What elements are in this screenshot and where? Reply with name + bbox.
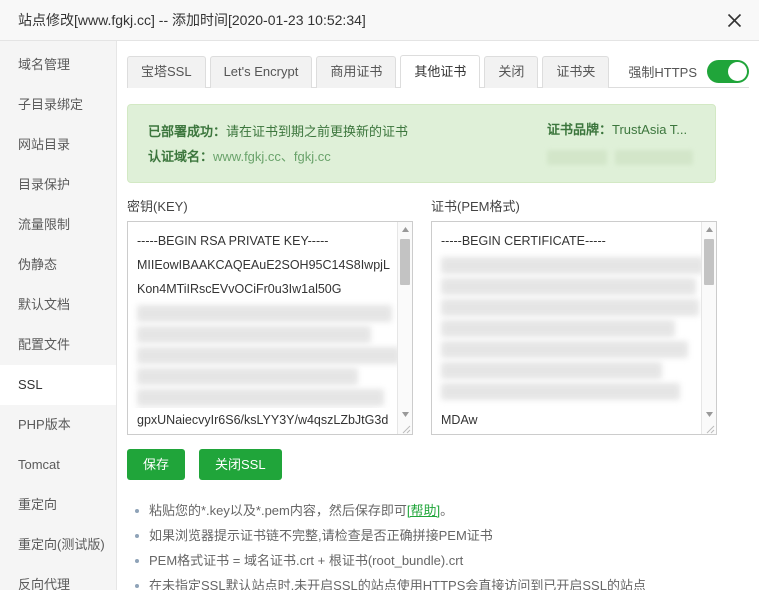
help-item: 如果浏览器提示证书链不完整,请检查是否正确拼接PEM证书 bbox=[133, 523, 759, 548]
sidebar-item-domain-management[interactable]: 域名管理 bbox=[0, 45, 116, 85]
key-line-redacted bbox=[137, 368, 358, 385]
key-line: Kon4MTiIRscEVvOCiFr0u3Iw1al50G bbox=[137, 277, 403, 301]
key-line-redacted bbox=[137, 305, 392, 322]
cert-textarea[interactable]: -----BEGIN CERTIFICATE----- wMTAwODA... … bbox=[431, 221, 717, 435]
alert-status-label: 已部署成功： bbox=[148, 124, 226, 139]
help-item-text: 在未指定SSL默认站点时,未开启SSL的站点使用HTTPS会直接访问到已开启SS… bbox=[149, 578, 646, 590]
cert-line-redacted bbox=[441, 257, 704, 274]
deployment-status-alert: 已部署成功：请在证书到期之前更换新的证书 认证域名：www.fgkj.cc、fg… bbox=[127, 104, 716, 183]
sidebar-item-website-directory[interactable]: 网站目录 bbox=[0, 125, 116, 165]
cert-line-redacted bbox=[441, 320, 675, 337]
sidebar-item-config-file[interactable]: 配置文件 bbox=[0, 325, 116, 365]
key-line-redacted bbox=[137, 389, 384, 406]
force-https-toggle[interactable] bbox=[707, 60, 749, 83]
sidebar-item-ssl[interactable]: SSL bbox=[0, 365, 116, 405]
help-item-text: 如果浏览器提示证书链不完整,请检查是否正确拼接PEM证书 bbox=[149, 528, 493, 543]
help-link[interactable]: [帮助] bbox=[407, 503, 440, 518]
cert-last-line: MDAw bbox=[432, 408, 716, 434]
help-item-text: PEM格式证书 = 域名证书.crt + 根证书(root_bundle).cr… bbox=[149, 553, 463, 568]
alert-status-text: 请在证书到期之前更换新的证书 bbox=[226, 124, 408, 139]
key-last-line: gpxUNaiecvyIr6S6/ksLYY3Y/w4qszLZbJtG3d bbox=[128, 408, 412, 434]
sidebar-item-redirect[interactable]: 重定向 bbox=[0, 485, 116, 525]
help-item-suffix: 。 bbox=[440, 503, 453, 518]
cert-line-redacted bbox=[441, 278, 696, 295]
force-https-control: 强制HTTPS bbox=[628, 60, 749, 83]
cert-line-redacted bbox=[441, 341, 688, 358]
dialog-titlebar: 站点修改[www.fgkj.cc] -- 添加时间[2020-01-23 10:… bbox=[0, 0, 759, 41]
page-title: 站点修改[www.fgkj.cc] -- 添加时间[2020-01-23 10:… bbox=[18, 10, 366, 30]
site-edit-dialog: 站点修改[www.fgkj.cc] -- 添加时间[2020-01-23 10:… bbox=[0, 0, 759, 590]
key-column: 密钥(KEY) -----BEGIN RSA PRIVATE KEY----- … bbox=[127, 196, 413, 435]
tab-lets-encrypt[interactable]: Let's Encrypt bbox=[210, 56, 313, 88]
cert-textarea-content: -----BEGIN CERTIFICATE----- wMTAwODA... bbox=[432, 222, 716, 434]
cert-line-redacted bbox=[441, 299, 699, 316]
force-https-label: 强制HTTPS bbox=[628, 62, 697, 81]
toggle-knob bbox=[728, 62, 747, 81]
alert-domain-label: 认证域名： bbox=[148, 149, 213, 164]
redacted-bar bbox=[547, 150, 607, 165]
close-ssl-button[interactable]: 关闭SSL bbox=[199, 449, 282, 480]
key-line: -----BEGIN RSA PRIVATE KEY----- bbox=[137, 229, 403, 253]
key-line-redacted bbox=[137, 326, 371, 343]
help-item: PEM格式证书 = 域名证书.crt + 根证书(root_bundle).cr… bbox=[133, 548, 759, 573]
help-item: 粘贴您的*.key以及*.pem内容，然后保存即可[帮助]。 bbox=[133, 498, 759, 523]
sidebar-item-subdirectory-binding[interactable]: 子目录绑定 bbox=[0, 85, 116, 125]
tab-commercial-cert[interactable]: 商用证书 bbox=[316, 56, 396, 88]
resize-handle-icon[interactable] bbox=[703, 421, 715, 433]
cert-line: -----BEGIN CERTIFICATE----- bbox=[441, 229, 707, 253]
cert-column: 证书(PEM格式) -----BEGIN CERTIFICATE----- wM… bbox=[431, 196, 717, 435]
main-content: 宝塔SSL Let's Encrypt 商用证书 其他证书 关闭 证书夹 强制H… bbox=[117, 41, 759, 590]
cert-line-redacted bbox=[441, 362, 662, 379]
key-line: MIIEowIBAAKCAQEAuE2SOH95C14S8IwpjL bbox=[137, 253, 403, 277]
cert-line-redacted bbox=[441, 383, 680, 400]
alert-domain-value: www.fgkj.cc、fgkj.cc bbox=[213, 149, 331, 164]
help-item: 在未指定SSL默认站点时,未开启SSL的站点使用HTTPS会直接访问到已开启SS… bbox=[133, 573, 759, 590]
sidebar-item-tomcat[interactable]: Tomcat bbox=[0, 445, 116, 485]
key-scrollbar[interactable] bbox=[397, 222, 412, 434]
sidebar-item-directory-protection[interactable]: 目录保护 bbox=[0, 165, 116, 205]
scroll-down-icon[interactable] bbox=[398, 407, 413, 422]
alert-domain-line: 认证域名：www.fgkj.cc、fgkj.cc bbox=[148, 144, 408, 169]
sidebar-item-redirect-beta[interactable]: 重定向(测试版) bbox=[0, 525, 116, 565]
cert-detail-redacted bbox=[547, 141, 693, 170]
redacted-bar bbox=[615, 150, 693, 165]
alert-status-line: 已部署成功：请在证书到期之前更换新的证书 bbox=[148, 119, 408, 144]
sidebar-item-default-document[interactable]: 默认文档 bbox=[0, 285, 116, 325]
resize-handle-icon[interactable] bbox=[399, 421, 411, 433]
scroll-up-icon[interactable] bbox=[398, 222, 413, 237]
tab-bt-ssl[interactable]: 宝塔SSL bbox=[127, 56, 206, 88]
tab-cert-folder[interactable]: 证书夹 bbox=[542, 56, 609, 88]
tab-close[interactable]: 关闭 bbox=[484, 56, 538, 88]
key-textarea-content: -----BEGIN RSA PRIVATE KEY----- MIIEowIB… bbox=[128, 222, 412, 434]
close-icon[interactable] bbox=[723, 9, 745, 31]
sidebar-item-php-version[interactable]: PHP版本 bbox=[0, 405, 116, 445]
cert-input-section: 密钥(KEY) -----BEGIN RSA PRIVATE KEY----- … bbox=[127, 196, 759, 435]
cert-field-label: 证书(PEM格式) bbox=[431, 196, 717, 215]
ssl-tabbar: 宝塔SSL Let's Encrypt 商用证书 其他证书 关闭 证书夹 强制H… bbox=[127, 55, 749, 88]
save-button[interactable]: 保存 bbox=[127, 449, 185, 480]
dialog-body: 域名管理 子目录绑定 网站目录 目录保护 流量限制 伪静态 默认文档 配置文件 … bbox=[0, 41, 759, 590]
cert-scrollbar[interactable] bbox=[701, 222, 716, 434]
sidebar-item-reverse-proxy[interactable]: 反向代理 bbox=[0, 565, 116, 590]
sidebar: 域名管理 子目录绑定 网站目录 目录保护 流量限制 伪静态 默认文档 配置文件 … bbox=[0, 41, 117, 590]
tab-other-cert[interactable]: 其他证书 bbox=[400, 55, 480, 88]
scroll-down-icon[interactable] bbox=[702, 407, 717, 422]
key-field-label: 密钥(KEY) bbox=[127, 196, 413, 215]
help-item-text: 粘贴您的*.key以及*.pem内容，然后保存即可 bbox=[149, 503, 407, 518]
action-buttons: 保存 关闭SSL bbox=[127, 449, 759, 480]
help-list: 粘贴您的*.key以及*.pem内容，然后保存即可[帮助]。 如果浏览器提示证书… bbox=[133, 498, 759, 590]
key-line-redacted bbox=[137, 347, 400, 364]
scrollbar-thumb[interactable] bbox=[400, 239, 410, 285]
cert-brand-value: TrustAsia T... bbox=[612, 122, 687, 137]
sidebar-item-traffic-limit[interactable]: 流量限制 bbox=[0, 205, 116, 245]
scroll-up-icon[interactable] bbox=[702, 222, 717, 237]
alert-left: 已部署成功：请在证书到期之前更换新的证书 认证域名：www.fgkj.cc、fg… bbox=[148, 119, 408, 170]
scrollbar-thumb[interactable] bbox=[704, 239, 714, 285]
sidebar-item-rewrite[interactable]: 伪静态 bbox=[0, 245, 116, 285]
alert-right: 证书品牌：TrustAsia T... bbox=[547, 119, 699, 170]
cert-brand-line: 证书品牌：TrustAsia T... bbox=[547, 119, 693, 141]
cert-brand-label: 证书品牌： bbox=[547, 122, 612, 137]
key-textarea[interactable]: -----BEGIN RSA PRIVATE KEY----- MIIEowIB… bbox=[127, 221, 413, 435]
